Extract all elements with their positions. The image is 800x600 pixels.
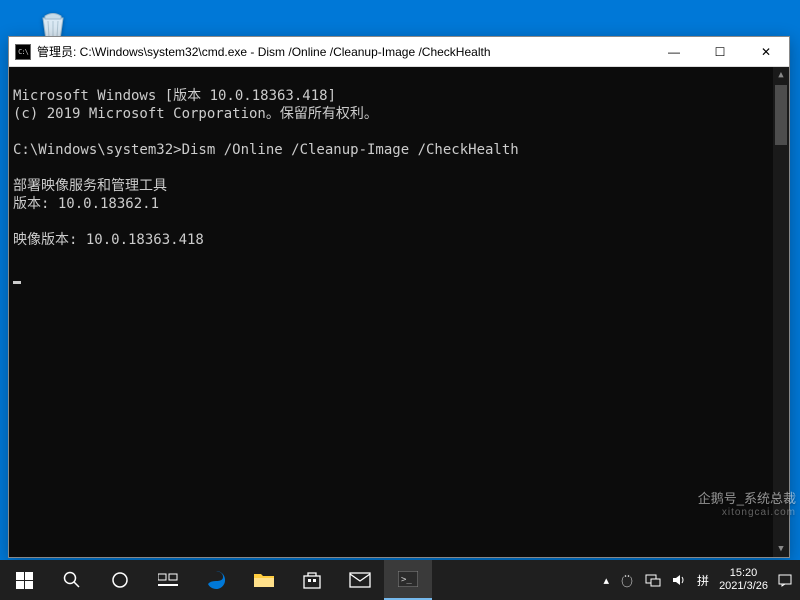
clock-date: 2021/3/26 [719,580,768,593]
svg-text:>_: >_ [401,575,412,585]
scroll-up-icon[interactable]: ▲ [773,67,789,83]
terminal-line: 版本: 10.0.18362.1 [13,196,159,212]
search-icon [63,571,81,589]
search-button[interactable] [48,560,96,600]
mail-icon [349,572,371,588]
network-icon[interactable] [645,572,661,588]
qq-tray-icon[interactable] [619,572,635,588]
edge-icon [205,569,227,591]
clock-time: 15:20 [719,567,768,580]
store-icon [302,570,322,590]
terminal-line: (c) 2019 Microsoft Corporation。保留所有权利。 [13,106,378,122]
cmd-icon: C:\ [15,44,31,60]
titlebar[interactable]: C:\ 管理员: C:\Windows\system32\cmd.exe - D… [9,37,789,67]
cmd-taskbar-icon: >_ [398,571,418,587]
start-button[interactable] [0,560,48,600]
cortana-icon [111,571,129,589]
terminal-cursor [13,281,21,284]
system-tray: ▴ 拼 15:20 2021/3/26 [596,560,800,600]
minimize-button[interactable]: — [651,37,697,66]
cmd-taskbar-button[interactable]: >_ [384,560,432,600]
terminal-line: 映像版本: 10.0.18363.418 [13,232,204,248]
tray-chevron-icon[interactable]: ▴ [604,574,610,587]
cmd-window: C:\ 管理员: C:\Windows\system32\cmd.exe - D… [8,36,790,558]
scroll-thumb[interactable] [775,85,787,145]
scroll-down-icon[interactable]: ▼ [773,541,789,557]
volume-icon[interactable] [671,572,687,588]
edge-button[interactable] [192,560,240,600]
mail-button[interactable] [336,560,384,600]
terminal-scrollbar[interactable]: ▲ ▼ [773,67,789,557]
file-explorer-button[interactable] [240,560,288,600]
task-view-button[interactable] [144,560,192,600]
window-title: 管理员: C:\Windows\system32\cmd.exe - Dism … [37,43,651,60]
terminal-line: C:\Windows\system32>Dism /Online /Cleanu… [13,142,519,158]
taskbar-clock[interactable]: 15:20 2021/3/26 [719,567,768,593]
maximize-button[interactable]: ☐ [697,37,743,66]
close-button[interactable]: ✕ [743,37,789,66]
folder-icon [253,571,275,589]
taskbar: >_ ▴ 拼 15:20 2021/3/26 [0,560,800,600]
terminal-line: Microsoft Windows [版本 10.0.18363.418] [13,88,336,104]
notifications-icon[interactable] [778,573,792,587]
cortana-button[interactable] [96,560,144,600]
store-button[interactable] [288,560,336,600]
ime-indicator[interactable]: 拼 [697,572,709,589]
terminal-line: 部署映像服务和管理工具 [13,178,167,194]
task-view-icon [158,572,178,588]
windows-icon [16,572,33,589]
terminal-output[interactable]: Microsoft Windows [版本 10.0.18363.418] (c… [9,67,789,557]
